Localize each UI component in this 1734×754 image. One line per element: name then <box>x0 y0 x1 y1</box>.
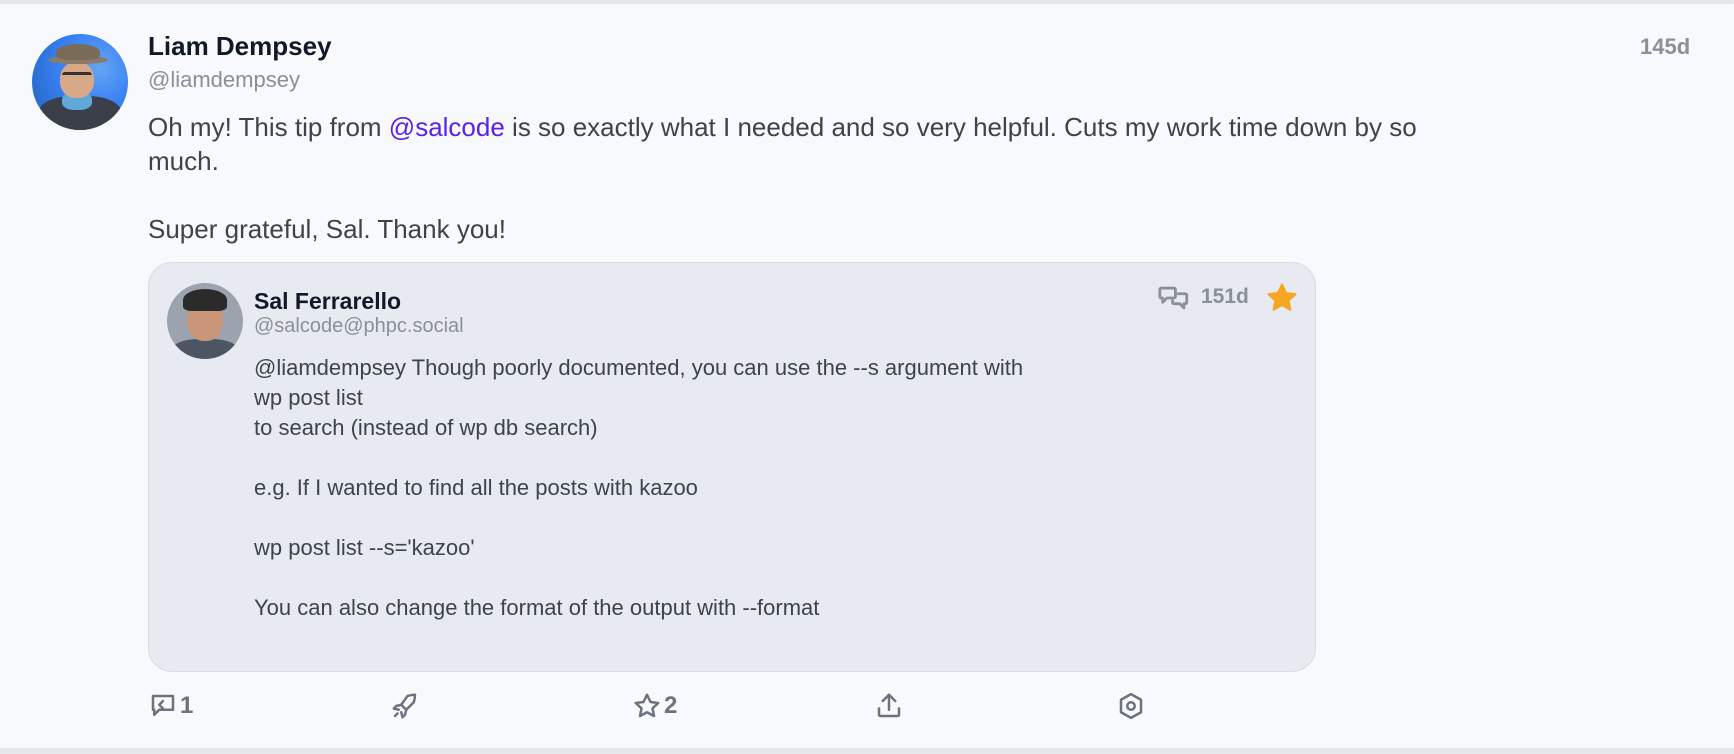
reply-icon <box>151 694 175 716</box>
settings-icon <box>1119 692 1143 720</box>
quote-line: wp post list <box>254 385 363 410</box>
star-filled-icon <box>1267 283 1297 311</box>
star-icon <box>634 693 660 718</box>
author-handle[interactable]: @liamdempsey <box>148 67 300 93</box>
quote-author-avatar[interactable] <box>167 283 243 359</box>
content-text: Oh my! This tip from <box>148 112 389 142</box>
share-button[interactable] <box>874 687 904 725</box>
conversation-icon <box>1158 286 1189 310</box>
quote-author-name[interactable]: Sal Ferrarello <box>254 288 401 315</box>
more-options-button[interactable] <box>1116 687 1146 725</box>
quote-content: @liamdempsey Though poorly documented, y… <box>254 353 1254 623</box>
boost-rocket-icon <box>392 693 417 719</box>
quote-line: wp post list --s='kazoo' <box>254 535 475 560</box>
favourite-button[interactable]: 2 <box>632 687 677 725</box>
quote-line: to search (instead of wp db search) <box>254 415 598 440</box>
mention-link[interactable]: @salcode <box>389 112 505 142</box>
boost-button[interactable] <box>390 687 420 725</box>
quote-line: @liamdempsey Though poorly documented, y… <box>254 355 1024 380</box>
divider <box>0 748 1734 754</box>
author-avatar[interactable] <box>32 34 128 130</box>
quote-author-handle[interactable]: @salcode@phpc.social <box>254 315 464 338</box>
quoted-post[interactable]: Sal Ferrarello @salcode@phpc.social 151d… <box>148 262 1316 672</box>
post-content: Oh my! This tip from @salcode is so exac… <box>148 110 1468 246</box>
reply-button[interactable]: 1 <box>148 687 193 725</box>
author-name[interactable]: Liam Dempsey <box>148 31 332 62</box>
post-card[interactable]: Liam Dempsey @liamdempsey 145d Oh my! Th… <box>0 4 1734 748</box>
favourite-count: 2 <box>664 692 678 719</box>
quote-line: e.g. If I wanted to find all the posts w… <box>254 475 698 500</box>
content-paragraph: Super grateful, Sal. Thank you! <box>148 214 506 244</box>
post-timestamp[interactable]: 145d <box>1640 34 1690 60</box>
reply-count: 1 <box>180 692 194 719</box>
quote-line: You can also change the format of the ou… <box>254 595 820 620</box>
share-icon <box>877 693 901 718</box>
content-paragraph: Oh my! This tip from @salcode is so exac… <box>148 110 1468 178</box>
quote-timestamp[interactable]: 151d <box>1201 285 1249 309</box>
